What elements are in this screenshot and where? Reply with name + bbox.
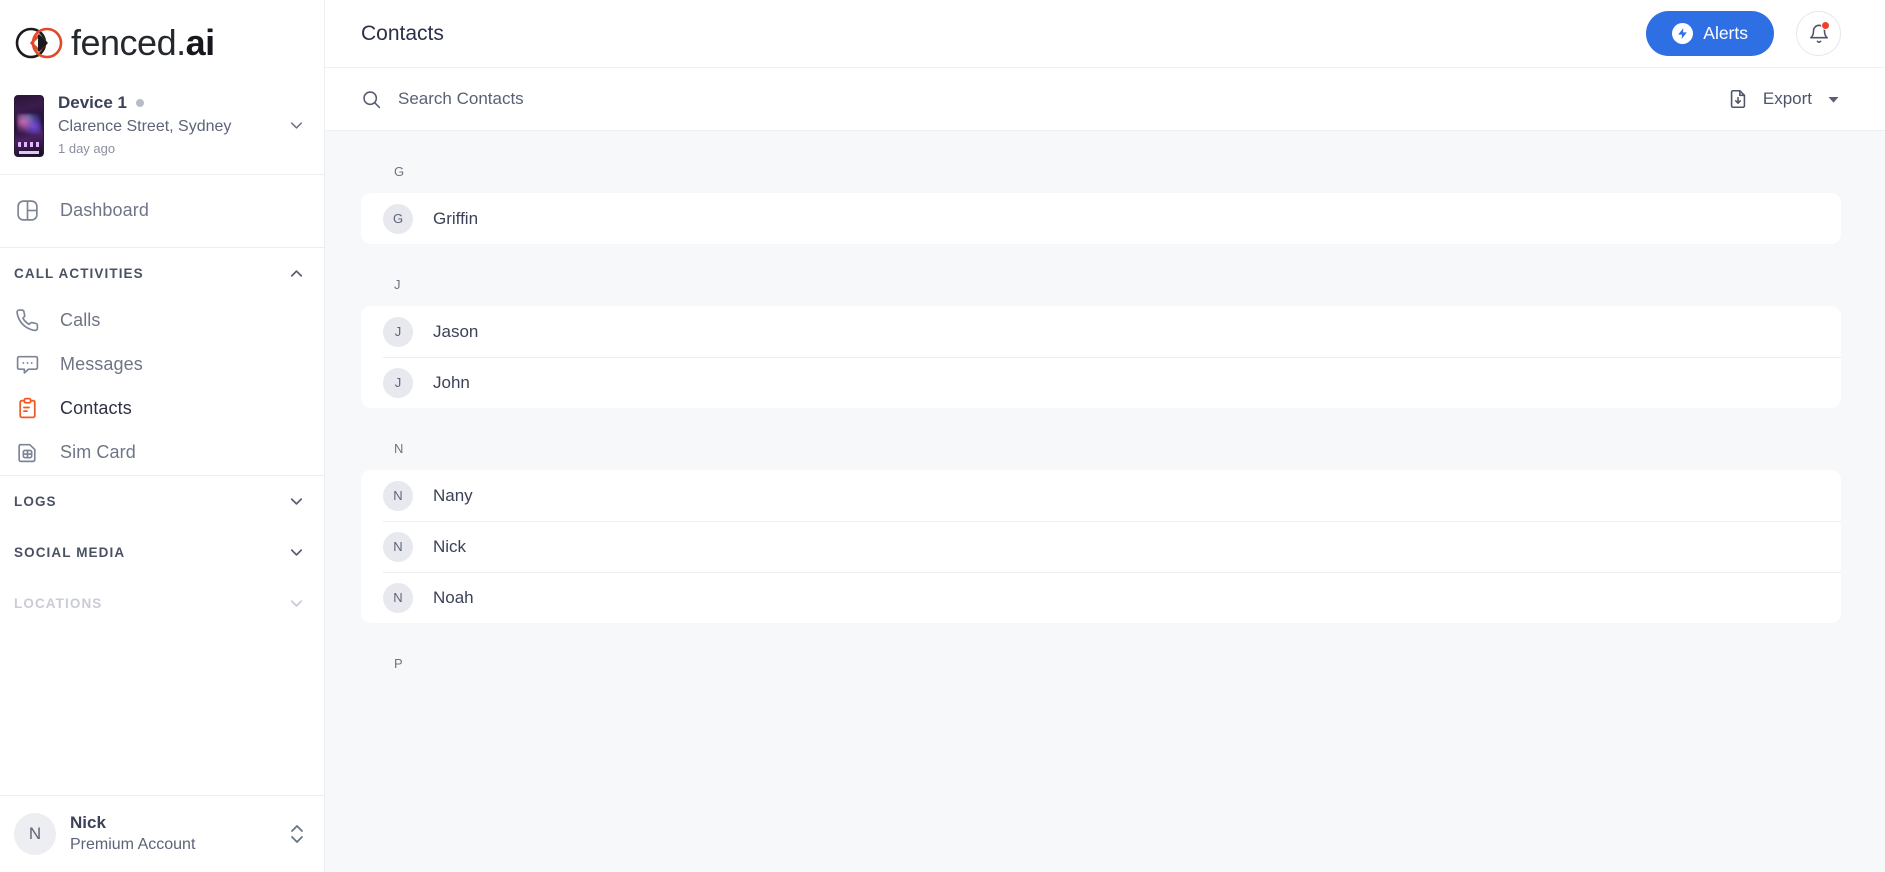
main-area: Contacts Alerts Search Contacts Export G…: [325, 0, 1885, 872]
export-label: Export: [1762, 89, 1812, 108]
chevron-down-icon[interactable]: [287, 594, 306, 613]
contact-name: Nany: [433, 485, 473, 505]
sidebar-item-sim-card[interactable]: Sim Card: [0, 431, 324, 475]
sidebar-item-label: Dashboard: [60, 200, 149, 221]
avatar: G: [383, 203, 413, 234]
contact-group: G G Griffin: [361, 131, 1841, 244]
list-item[interactable]: G Griffin: [361, 193, 1841, 244]
device-status-dot: [136, 99, 144, 108]
device-name: Device 1: [58, 93, 127, 112]
contact-name: Noah: [433, 587, 474, 607]
page-title: Contacts: [361, 21, 444, 45]
dashboard-icon: [14, 198, 40, 224]
section-title: SOCIAL MEDIA: [14, 544, 126, 560]
contact-card: G Griffin: [361, 193, 1841, 244]
chevron-down-icon[interactable]: [287, 492, 306, 511]
contact-group: P: [361, 623, 1841, 685]
account-switcher[interactable]: N Nick Premium Account: [0, 794, 324, 872]
content-toolbar: Export: [325, 68, 1885, 131]
contact-card: J Jason J John: [361, 306, 1841, 408]
contacts-list[interactable]: G G Griffin J J Jason J John N N Nany N …: [325, 131, 1885, 872]
avatar: N: [14, 812, 56, 855]
sidebar-sections: CALL ACTIVITIES Calls Messages Contacts …: [0, 248, 324, 795]
avatar: J: [383, 367, 413, 398]
group-letter: J: [394, 277, 401, 292]
brand-logo[interactable]: fenced.ai: [0, 0, 324, 86]
chevron-down-icon[interactable]: [1826, 92, 1841, 107]
alerts-label: Alerts: [1703, 23, 1748, 43]
search-area: [361, 89, 1727, 110]
contact-group: N N Nany N Nick N Noah: [361, 408, 1841, 623]
avatar: N: [383, 531, 413, 562]
contact-name: Nick: [433, 536, 467, 556]
search-input[interactable]: [398, 89, 818, 109]
section-header-logs[interactable]: LOGS: [0, 476, 324, 527]
notification-badge: [1821, 21, 1830, 30]
primary-nav: Dashboard: [0, 175, 324, 247]
chevron-up-down-icon[interactable]: [288, 821, 306, 847]
sidebar-item-label: Messages: [60, 354, 143, 375]
brand-wordmark: fenced.ai: [71, 22, 215, 63]
device-thumbnail: [14, 94, 44, 157]
avatar: N: [383, 582, 413, 613]
sim-card-icon: [14, 440, 40, 466]
contact-name: John: [433, 372, 470, 392]
chevron-down-icon[interactable]: [287, 116, 306, 135]
contacts-clipboard-icon: [14, 396, 40, 422]
bolt-icon: [1672, 23, 1694, 44]
contact-name: Griffin: [433, 208, 479, 228]
section-title: LOCATIONS: [14, 595, 103, 611]
chevron-down-icon[interactable]: [287, 543, 306, 562]
sidebar-item-messages[interactable]: Messages: [0, 343, 324, 387]
sidebar-item-label: Calls: [60, 310, 101, 331]
avatar: N: [383, 480, 413, 511]
group-letter: G: [394, 164, 405, 179]
search-icon: [361, 89, 382, 110]
list-item[interactable]: N Nick: [361, 521, 1841, 572]
phone-icon: [14, 308, 40, 334]
device-selector[interactable]: Device 1 Clarence Street, Sydney 1 day a…: [0, 86, 324, 174]
sidebar-item-label: Contacts: [60, 398, 132, 419]
list-item[interactable]: N Noah: [361, 572, 1841, 623]
avatar: J: [383, 316, 413, 347]
contact-card: N Nany N Nick N Noah: [361, 470, 1841, 623]
group-letter: P: [394, 656, 404, 671]
group-letter: N: [394, 441, 404, 456]
device-location: Clarence Street, Sydney: [58, 117, 232, 135]
account-name: Nick: [70, 812, 106, 832]
device-last-seen: 1 day ago: [58, 140, 116, 156]
app-root: fenced.ai Device 1 Clarence Street, Sydn…: [0, 0, 1885, 872]
section-header-social-media[interactable]: SOCIAL MEDIA: [0, 527, 324, 578]
account-plan: Premium Account: [70, 835, 196, 853]
top-header: Contacts Alerts: [325, 0, 1885, 68]
alerts-button[interactable]: Alerts: [1646, 11, 1774, 56]
chevron-up-icon[interactable]: [287, 264, 306, 283]
section-header-locations[interactable]: LOCATIONS: [0, 578, 324, 629]
message-icon: [14, 352, 40, 378]
notifications-button[interactable]: [1796, 11, 1841, 56]
list-item[interactable]: J John: [361, 357, 1841, 408]
export-button[interactable]: Export: [1727, 88, 1841, 110]
sidebar: fenced.ai Device 1 Clarence Street, Sydn…: [0, 0, 325, 872]
sidebar-item-contacts[interactable]: Contacts: [0, 387, 324, 431]
fenced-rings-icon: [15, 27, 63, 59]
list-item[interactable]: N Nany: [361, 470, 1841, 521]
sidebar-item-calls[interactable]: Calls: [0, 299, 324, 343]
contact-group: J J Jason J John: [361, 244, 1841, 408]
section-body-call-activities: Calls Messages Contacts Sim Card: [0, 299, 324, 475]
export-download-icon: [1727, 88, 1749, 110]
section-title: CALL ACTIVITIES: [14, 265, 144, 281]
sidebar-item-label: Sim Card: [60, 442, 136, 463]
contact-name: Jason: [433, 321, 479, 341]
section-title: LOGS: [14, 493, 57, 509]
section-header-call-activities[interactable]: CALL ACTIVITIES: [0, 248, 324, 299]
sidebar-item-dashboard[interactable]: Dashboard: [0, 189, 324, 233]
list-item[interactable]: J Jason: [361, 306, 1841, 357]
